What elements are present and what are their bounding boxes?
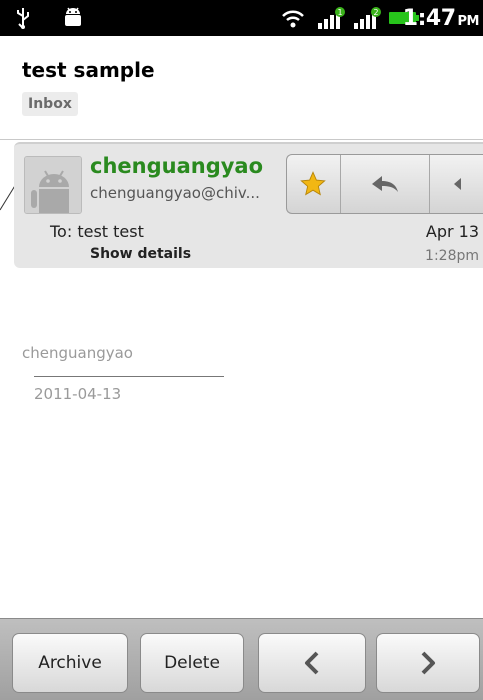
signature-date: 2011-04-13: [34, 385, 122, 403]
star-button[interactable]: [287, 155, 341, 213]
signal-badge-2: 2: [373, 8, 378, 17]
signal-2-icon: 2: [352, 6, 382, 30]
chevron-right-icon: [421, 651, 435, 675]
signal-badge-1: 1: [337, 8, 342, 17]
status-bar: 1 2 1:47 PM: [0, 0, 483, 36]
more-button[interactable]: [430, 155, 483, 213]
more-arrow-icon: [454, 178, 462, 190]
message-subject: test sample: [22, 58, 155, 82]
message-body: chenguangyao 2011-04-13: [22, 344, 224, 403]
avatar[interactable]: [24, 156, 82, 214]
clock-ampm: PM: [457, 14, 480, 29]
sender-email: chenguangyao@chiv...: [90, 184, 260, 202]
android-avatar-icon: [25, 157, 81, 213]
archive-button[interactable]: Archive: [12, 633, 128, 693]
recipient-line: To: test test: [50, 222, 144, 241]
show-details-link[interactable]: Show details: [90, 246, 191, 262]
previous-button[interactable]: [258, 633, 366, 693]
next-button[interactable]: [376, 633, 480, 693]
message-date: Apr 13: [425, 222, 479, 241]
inbox-label[interactable]: Inbox: [22, 92, 78, 116]
sender-name[interactable]: chenguangyao: [90, 154, 263, 178]
reply-icon: [372, 176, 398, 192]
clock-time: 1:47: [402, 6, 456, 31]
delete-button[interactable]: Delete: [140, 633, 244, 693]
clock: 1:47 PM: [402, 6, 480, 31]
android-debug-icon: [60, 6, 86, 30]
message-actions: [286, 154, 483, 214]
message-time: 1:28pm: [425, 248, 479, 264]
chevron-left-icon: [305, 651, 319, 675]
wifi-icon: [280, 6, 306, 30]
signal-1-icon: 1: [316, 6, 346, 30]
bottom-action-bar: Archive Delete: [0, 618, 483, 700]
star-icon: [300, 171, 327, 196]
signature-name: chenguangyao: [22, 344, 133, 362]
sender-card: chenguangyao chenguangyao@chiv... To: te…: [14, 142, 483, 268]
message-header: test sample Inbox: [0, 36, 483, 140]
reply-button[interactable]: [341, 155, 431, 213]
signature-divider: [34, 376, 224, 377]
